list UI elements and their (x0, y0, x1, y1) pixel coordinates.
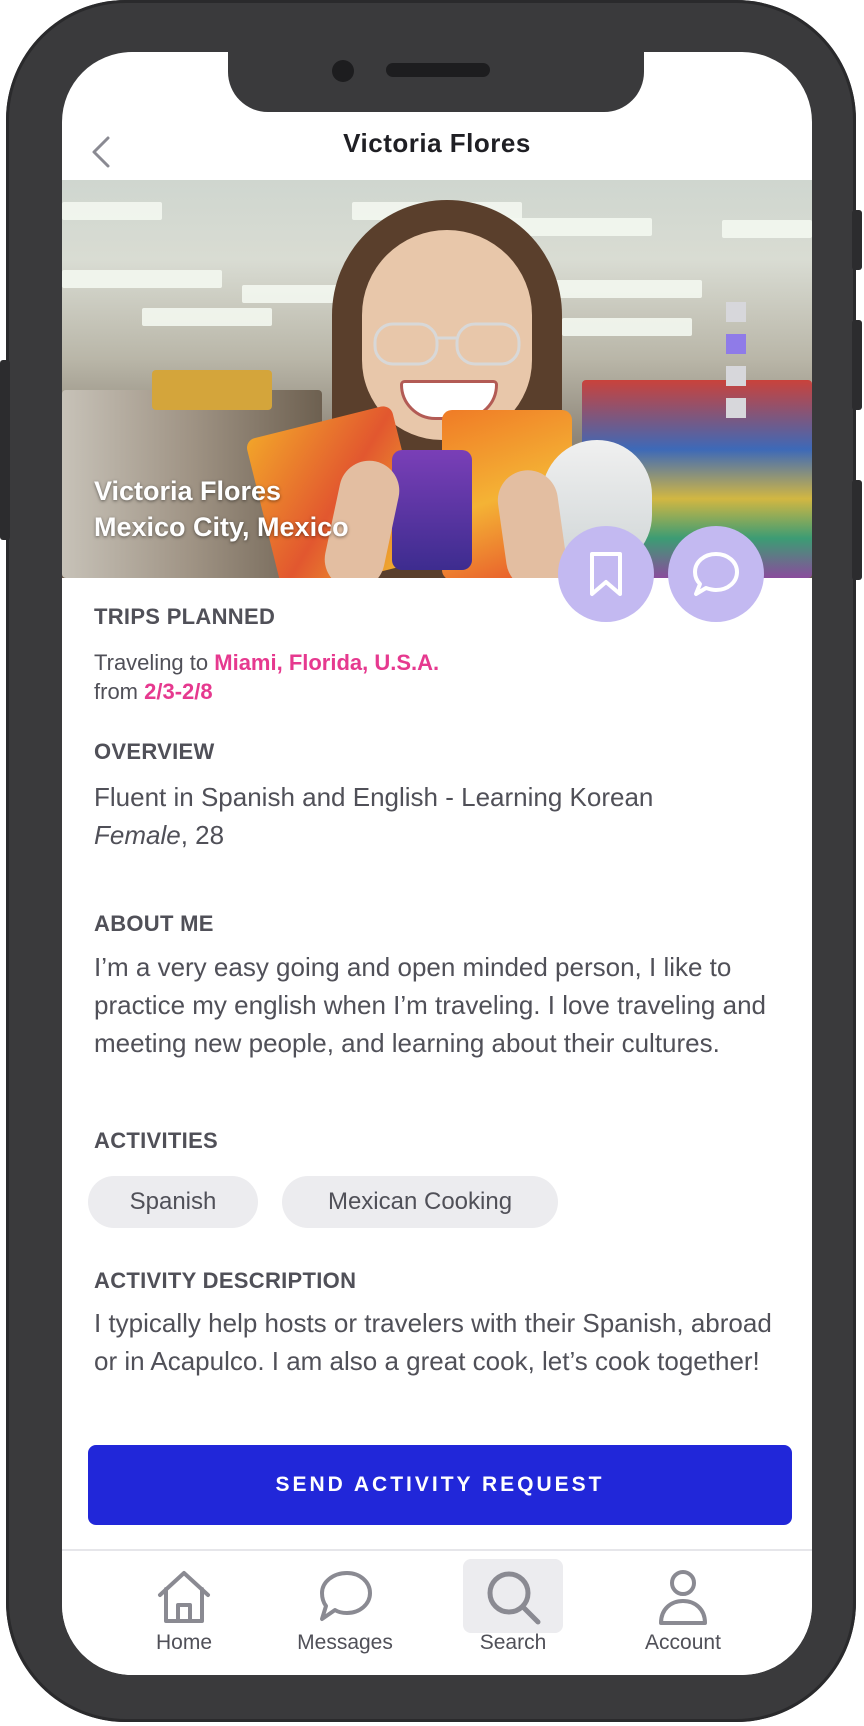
bookmark-icon (590, 552, 622, 596)
about-label: ABOUT ME (94, 911, 214, 936)
tab-home[interactable]: Home (109, 1559, 259, 1669)
camera (332, 60, 354, 82)
bottom-tab-bar: Home Messages Search Account (62, 1549, 812, 1675)
chat-bubble-icon (693, 552, 739, 596)
volume-button (0, 360, 10, 540)
photo-pager (726, 302, 746, 430)
tab-search-label: Search (479, 1631, 547, 1654)
trip-dates: 2/3-2/8 (144, 679, 213, 704)
profile-location: Mexico City, Mexico (94, 512, 349, 542)
trips-label: TRIPS PLANNED (94, 604, 276, 629)
notch (228, 52, 644, 112)
trip-destination: Miami, Florida, U.S.A. (214, 650, 440, 675)
about-text: I’m a very easy going and open minded pe… (94, 952, 766, 1058)
activity-description-text: I typically help hosts or travelers with… (94, 1308, 772, 1376)
trip-prefix: Traveling to (94, 650, 209, 675)
tab-account[interactable]: Account (608, 1559, 758, 1669)
profile-name: Victoria Flores (94, 476, 282, 506)
trip-destination-line: Traveling to Miami, Florida, U.S.A. (94, 648, 439, 677)
trip-dates-line: from 2/3-2/8 (94, 677, 213, 706)
home-icon (158, 1571, 210, 1623)
pager-dot-active[interactable] (726, 334, 746, 354)
side-button (852, 320, 862, 410)
pager-dot[interactable] (726, 366, 746, 386)
overview-gender: Female (94, 820, 181, 850)
activity-chip[interactable]: Mexican Cooking (282, 1176, 558, 1228)
overview-age: , 28 (180, 820, 225, 850)
pager-dot[interactable] (726, 302, 746, 322)
side-button (852, 480, 862, 580)
screen: Victoria Flores Victoria Flores Mexico C… (62, 52, 812, 1675)
overview-languages: Fluent in Spanish and English - Learning… (94, 782, 654, 812)
messages-icon (320, 1571, 372, 1621)
tab-messages[interactable]: Messages (270, 1559, 420, 1669)
phone-frame: Victoria Flores Victoria Flores Mexico C… (0, 0, 862, 1722)
profile-photo-carousel[interactable]: Victoria Flores Mexico City, Mexico (62, 180, 812, 578)
tab-account-label: Account (645, 1631, 721, 1654)
activity-description-label: ACTIVITY DESCRIPTION (94, 1268, 357, 1293)
side-button (852, 210, 862, 270)
activities-label: ACTIVITIES (94, 1128, 219, 1153)
search-icon (487, 1571, 541, 1625)
page-title: Victoria Flores (343, 128, 531, 158)
top-bar: Victoria Flores (62, 112, 812, 188)
tab-home-label: Home (155, 1631, 213, 1654)
overview-demographics: Female, 28 (94, 816, 784, 854)
bookmark-button[interactable] (558, 526, 654, 622)
glasses (373, 322, 521, 366)
trip-from-prefix: from (94, 679, 138, 704)
pager-dot[interactable] (726, 398, 746, 418)
tab-search[interactable]: Search (438, 1559, 588, 1669)
message-button[interactable] (668, 526, 764, 622)
send-activity-request-button[interactable]: SEND ACTIVITY REQUEST (88, 1445, 792, 1525)
overview-label: OVERVIEW (94, 739, 215, 764)
activity-chip[interactable]: Spanish (88, 1176, 258, 1228)
tab-messages-label: Messages (297, 1631, 393, 1654)
speaker (386, 63, 490, 77)
account-icon (659, 1570, 707, 1625)
